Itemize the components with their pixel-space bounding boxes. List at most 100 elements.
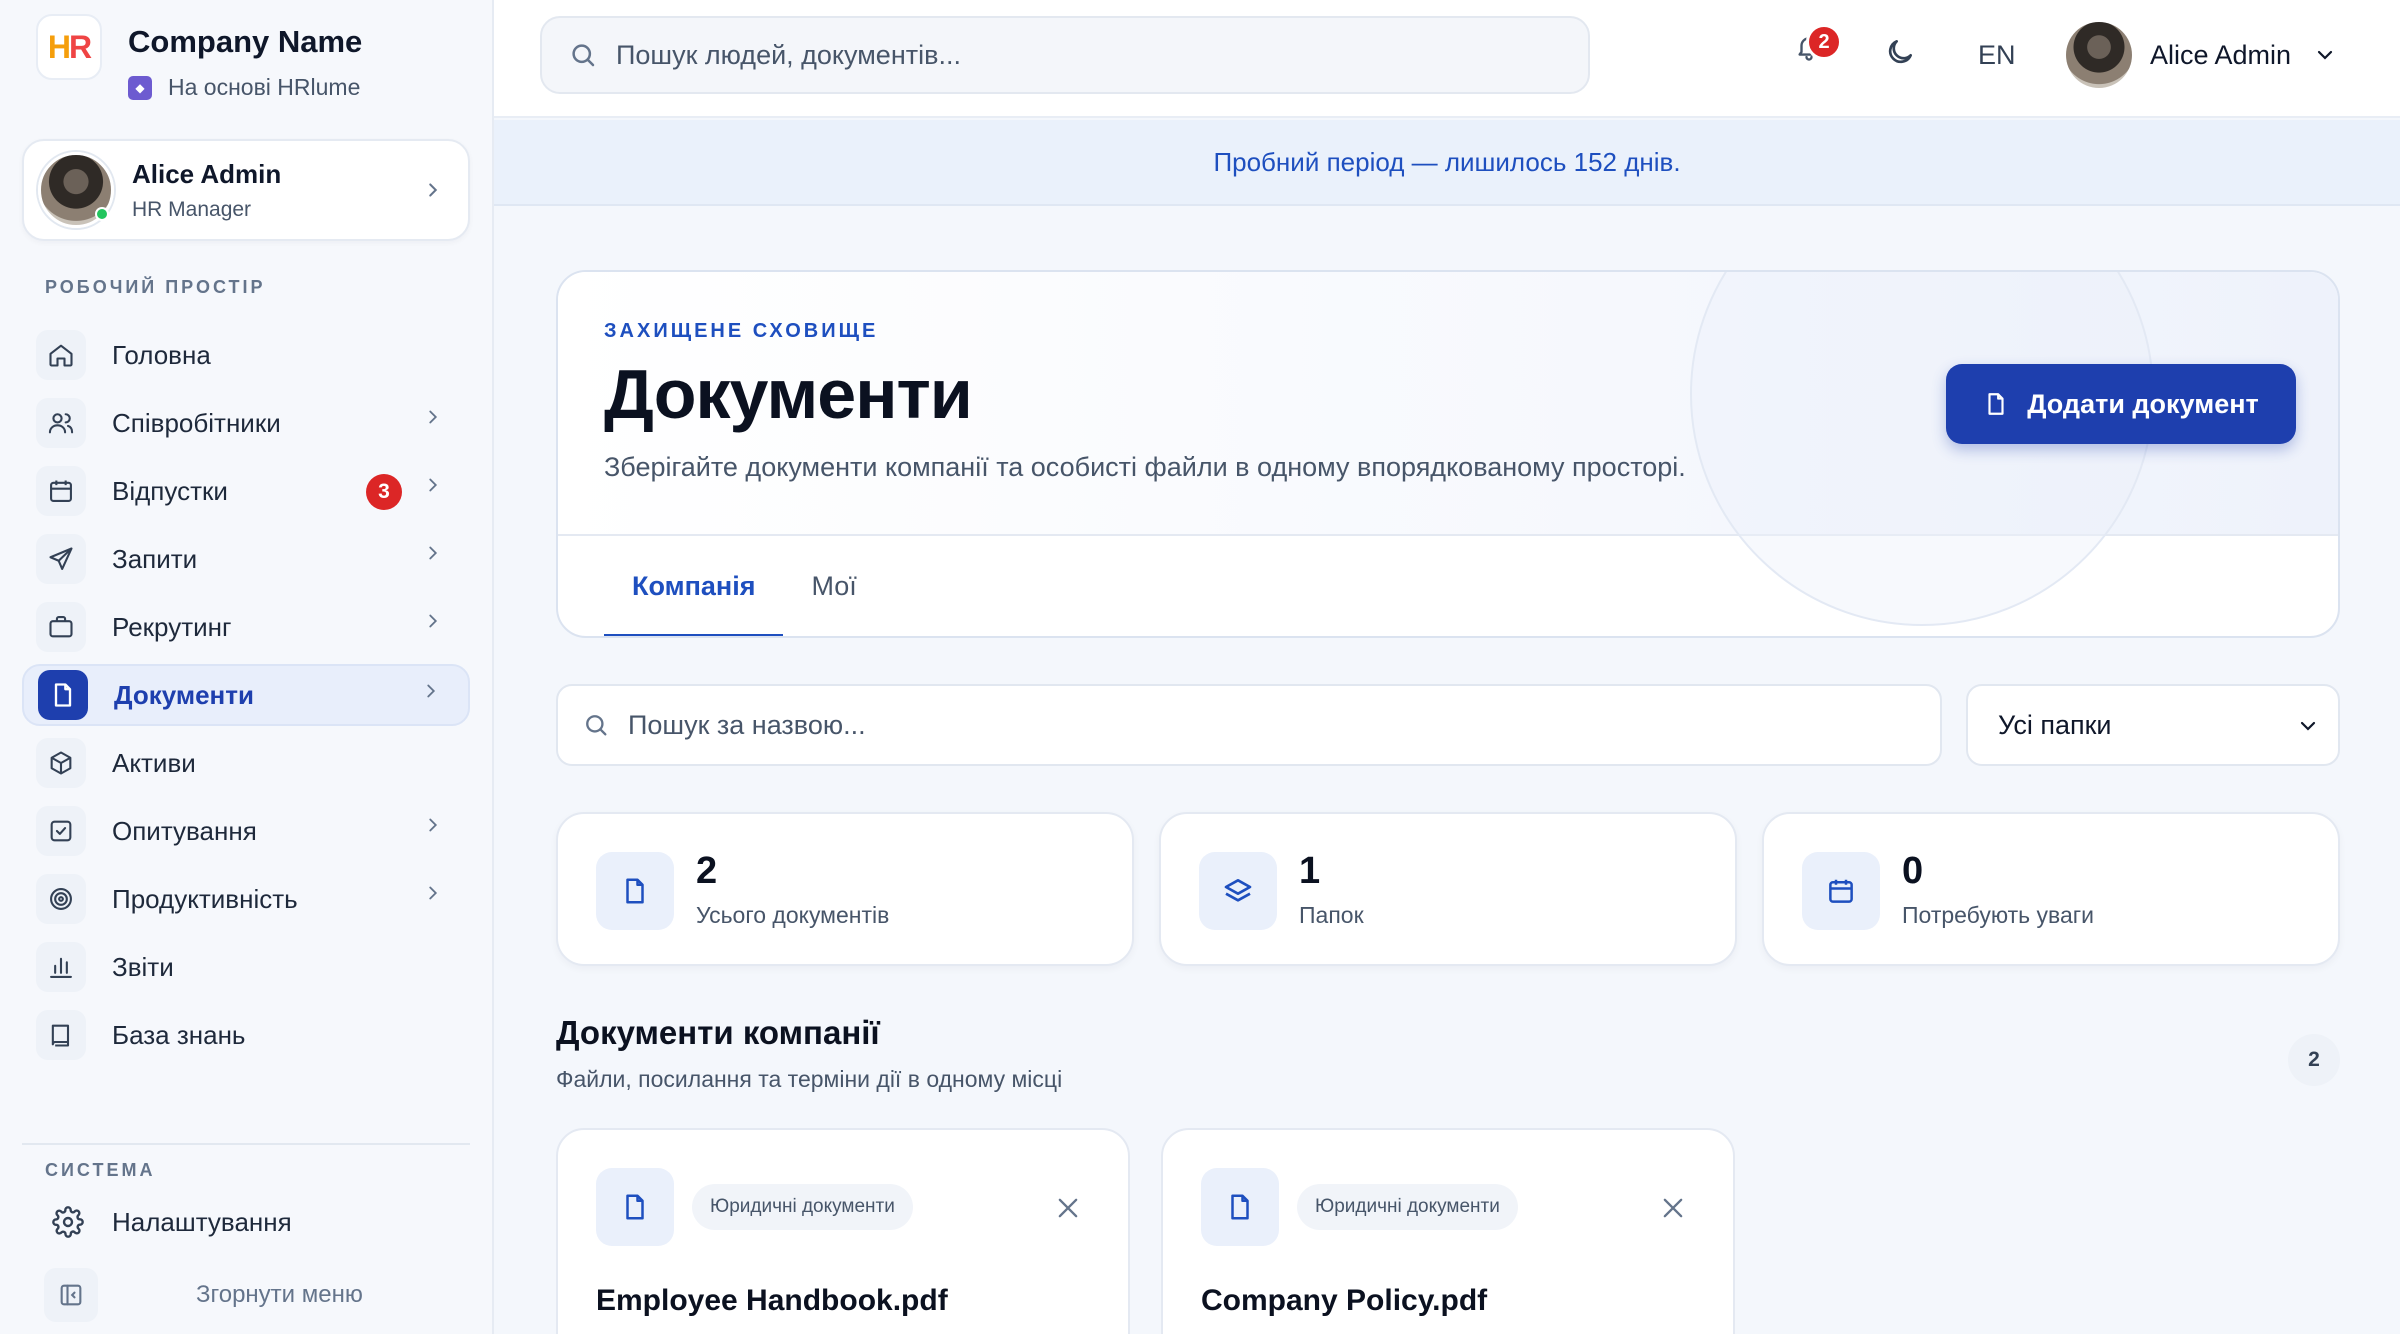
box-icon <box>36 738 86 788</box>
workspace-section-label: РОБОЧИЙ ПРОСТІР <box>45 277 266 297</box>
document-search-input[interactable] <box>628 709 1828 741</box>
document-name: Employee Handbook.pdf <box>596 1284 948 1317</box>
section-title: Документи компанії <box>556 1014 880 1051</box>
sidebar-item-reports[interactable]: Звіти <box>22 936 470 998</box>
sidebar-item-settings[interactable]: Налаштування <box>52 1206 292 1238</box>
sidebar: HR Company Name ◆ На основі HRlume Alice… <box>0 0 494 1334</box>
sidebar-item-label: Звіти <box>112 951 174 982</box>
calendar-icon <box>1802 852 1880 930</box>
document-icon <box>596 1168 674 1246</box>
chevron-right-icon <box>422 882 444 909</box>
tab-mine[interactable]: Мої <box>783 536 884 636</box>
sidebar-item-assets[interactable]: Активи <box>22 732 470 794</box>
global-search[interactable] <box>540 16 1590 94</box>
documents-count-badge: 2 <box>2288 1034 2340 1086</box>
calendar-icon <box>36 466 86 516</box>
document-icon <box>1201 1168 1279 1246</box>
delete-document-button[interactable] <box>1054 1194 1082 1227</box>
close-icon <box>1663 1198 1683 1218</box>
global-search-input[interactable] <box>616 39 1516 71</box>
sidebar-item-documents[interactable]: Документи <box>22 664 470 726</box>
tab-company[interactable]: Компанія <box>604 536 784 636</box>
add-document-label: Додати документ <box>2027 388 2259 419</box>
chevron-down-icon <box>2300 721 2316 731</box>
sidebar-item-knowledge-base[interactable]: База знань <box>22 1004 470 1066</box>
delete-document-button[interactable] <box>1659 1194 1687 1227</box>
folder-select[interactable]: Усі папки <box>1966 684 2340 766</box>
online-status-dot <box>95 207 109 221</box>
sidebar-item-label: Опитування <box>112 815 257 846</box>
user-card[interactable]: Alice Admin HR Manager <box>22 139 470 241</box>
sidebar-item-home[interactable]: Головна <box>22 324 470 386</box>
stat-card-folders: 1 Папок <box>1159 812 1737 966</box>
company-name: Company Name <box>128 24 363 59</box>
user-role: HR Manager <box>132 197 252 221</box>
users-icon <box>36 398 86 448</box>
send-icon <box>36 534 86 584</box>
stat-value: 0 <box>1902 850 1924 892</box>
document-card[interactable]: Юридичні документи Company Policy.pdf <box>1161 1128 1735 1334</box>
gear-icon <box>52 1206 84 1238</box>
stat-value: 1 <box>1299 850 1321 892</box>
user-menu-name: Alice Admin <box>2150 39 2292 70</box>
leaves-count-badge: 3 <box>366 474 402 510</box>
layers-icon <box>1199 852 1277 930</box>
sidebar-item-label: Документи <box>114 679 254 710</box>
notifications-button[interactable]: 2 <box>1794 24 1842 69</box>
system-section-label: СИСТЕМА <box>45 1160 156 1180</box>
chevron-right-icon <box>422 474 444 501</box>
avatar <box>38 152 114 228</box>
collapse-menu-label: Згорнути меню <box>196 1281 363 1308</box>
sidebar-item-employees[interactable]: Співробітники <box>22 392 470 454</box>
logo-letter-r: R <box>69 28 92 65</box>
language-switcher[interactable]: EN <box>1978 40 2016 71</box>
page-title: Документи <box>604 355 973 433</box>
add-document-button[interactable]: Додати документ <box>1946 364 2296 444</box>
bar-chart-icon <box>36 942 86 992</box>
top-bar: 2 EN Alice Admin <box>494 0 2400 118</box>
sidebar-item-label: Головна <box>112 339 211 370</box>
settings-label: Налаштування <box>112 1206 292 1237</box>
collapse-menu-button[interactable]: Згорнути меню <box>44 1268 363 1322</box>
sidebar-item-recruiting[interactable]: Рекрутинг <box>22 596 470 658</box>
sidebar-collapse-icon <box>44 1268 98 1322</box>
folder-select-value: Усі папки <box>1998 709 2112 740</box>
sidebar-item-label: База знань <box>112 1019 246 1050</box>
sidebar-item-surveys[interactable]: Опитування <box>22 800 470 862</box>
hrlume-icon: ◆ <box>128 75 152 100</box>
document-icon <box>38 670 88 720</box>
sidebar-item-requests[interactable]: Запити <box>22 528 470 590</box>
theme-toggle[interactable] <box>1884 36 1916 73</box>
document-card[interactable]: Юридичні документи Employee Handbook.pdf <box>556 1128 1130 1334</box>
sidebar-item-label: Співробітники <box>112 407 281 438</box>
sidebar-item-label: Відпустки <box>112 475 228 506</box>
stat-caption: Потребують уваги <box>1902 902 2094 928</box>
target-icon <box>36 874 86 924</box>
sidebar-item-label: Активи <box>112 747 196 778</box>
sidebar-item-leaves[interactable]: Відпустки 3 <box>22 460 470 522</box>
document-tabs: Компанія Мої <box>604 536 885 636</box>
briefcase-icon <box>36 602 86 652</box>
company-logo: HR <box>36 14 102 80</box>
powered-by-label: На основі HRlume <box>168 74 361 100</box>
sidebar-item-label: Запити <box>112 543 198 574</box>
search-icon <box>586 715 607 736</box>
document-folder-tag: Юридичні документи <box>1297 1184 1518 1230</box>
document-search[interactable] <box>556 684 1942 766</box>
user-menu[interactable]: Alice Admin <box>2066 22 2337 88</box>
chevron-right-icon <box>422 406 444 433</box>
documents-hero-card: ЗАХИЩЕНЕ СХОВИЩЕ Документи Зберігайте до… <box>556 270 2340 638</box>
sidebar-nav: Головна Співробітники Відпустки 3 Запити… <box>22 324 470 1072</box>
checkbox-icon <box>36 806 86 856</box>
chevron-down-icon <box>2317 50 2333 60</box>
stat-value: 2 <box>696 850 718 892</box>
book-icon <box>36 1010 86 1060</box>
sidebar-item-performance[interactable]: Продуктивність <box>22 868 470 930</box>
logo-letter-h: H <box>47 28 71 65</box>
notifications-badge: 2 <box>1806 24 1842 60</box>
document-folder-tag: Юридичні документи <box>692 1184 913 1230</box>
page-description: Зберігайте документи компанії та особист… <box>604 452 1686 482</box>
trial-banner: Пробний період — лишилось 152 днів. <box>494 120 2400 206</box>
sidebar-item-label: Продуктивність <box>112 883 298 914</box>
brand[interactable]: HR Company Name ◆ На основі HRlume <box>36 14 362 101</box>
